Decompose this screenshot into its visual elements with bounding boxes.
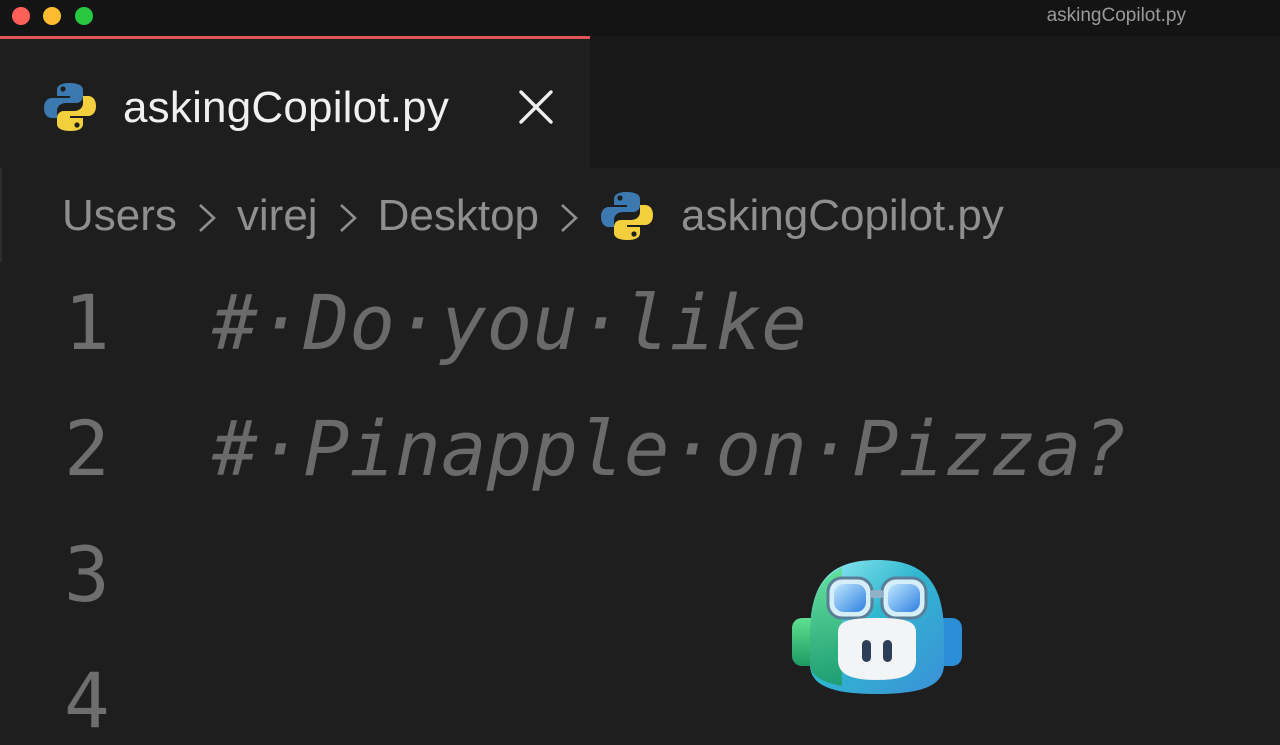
- title-bar: askingCopilot.py: [0, 0, 1280, 36]
- line-number: 3: [64, 530, 110, 619]
- chevron-right-icon: [318, 191, 378, 241]
- chevron-right-icon: [539, 191, 599, 241]
- breadcrumb-item-desktop[interactable]: Desktop: [378, 191, 539, 241]
- tab-askingcopilot[interactable]: askingCopilot.py: [0, 36, 590, 168]
- breadcrumb-item-file[interactable]: askingCopilot.py: [681, 191, 1004, 241]
- window-title: askingCopilot.py: [1046, 5, 1186, 26]
- maximize-window-button[interactable]: [75, 7, 93, 25]
- close-icon[interactable]: [516, 87, 556, 127]
- tab-label: askingCopilot.py: [123, 83, 450, 132]
- line-number: 1: [64, 278, 110, 367]
- breadcrumb-item-users[interactable]: Users: [62, 191, 177, 241]
- tab-bar: askingCopilot.py: [0, 36, 1280, 168]
- code-line[interactable]: #·Pinapple·on·Pizza?: [212, 404, 1127, 493]
- breadcrumb-item-virej[interactable]: virej: [237, 191, 318, 241]
- breadcrumb: Users virej Desktop askingCopilot.py: [62, 188, 1004, 244]
- chevron-right-icon: [177, 191, 237, 241]
- left-border: [0, 168, 2, 262]
- line-number: 2: [64, 404, 110, 493]
- code-editor[interactable]: 1 #·Do·you·like 2 #·Pinapple·on·Pizza? 3…: [0, 262, 1280, 745]
- code-line[interactable]: #·Do·you·like: [212, 278, 807, 367]
- copilot-mascot-icon: [792, 560, 962, 694]
- minimize-window-button[interactable]: [43, 7, 61, 25]
- close-window-button[interactable]: [12, 7, 30, 25]
- python-icon: [601, 192, 654, 240]
- python-icon: [44, 83, 96, 131]
- line-number: 4: [64, 656, 110, 745]
